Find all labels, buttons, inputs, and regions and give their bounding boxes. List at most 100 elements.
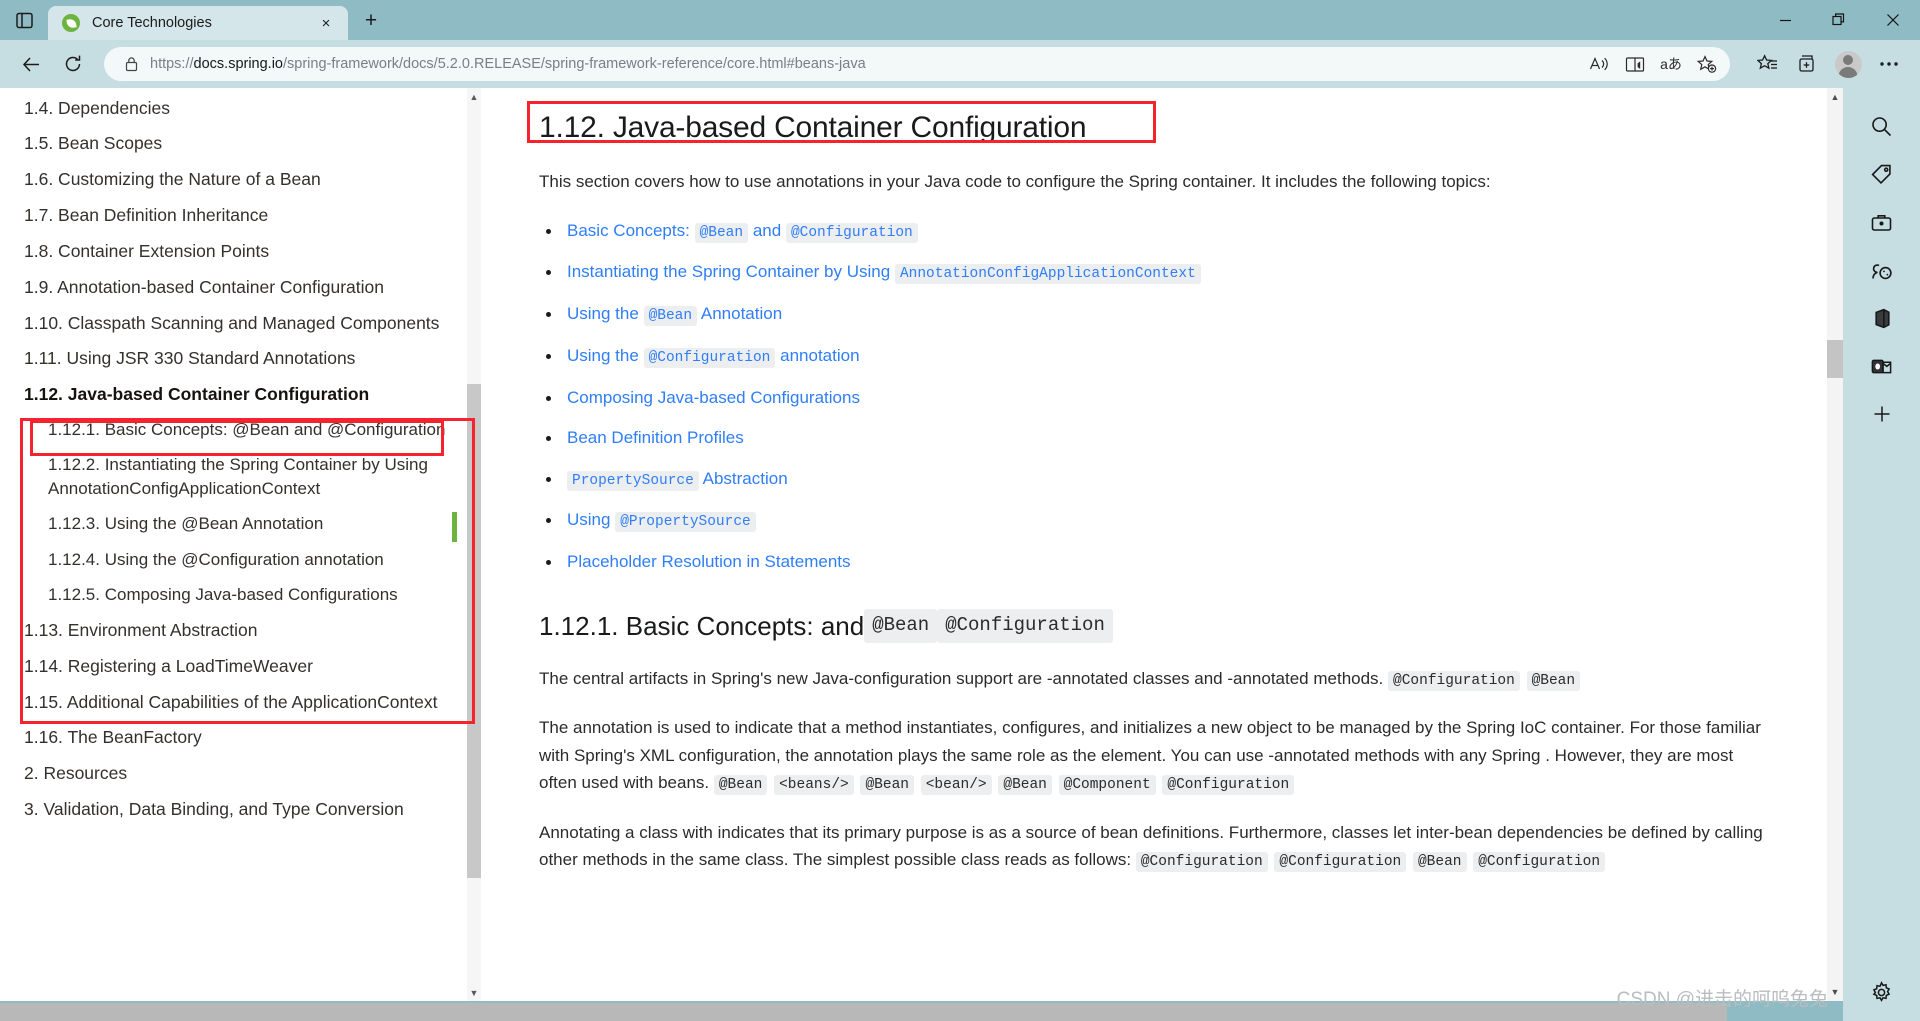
address-bar[interactable]: https://docs.spring.io/spring-framework/… bbox=[104, 47, 1730, 81]
toc-item[interactable]: 1.12.3. Using the @Bean Annotation bbox=[22, 507, 461, 542]
table-of-contents[interactable]: 1.4. Dependencies 1.5. Bean Scopes 1.6. Cu… bbox=[0, 88, 487, 1001]
toc-item[interactable]: 1.12.4. Using the @Configuration annotat… bbox=[22, 542, 461, 577]
shopping-tag-icon[interactable] bbox=[1860, 152, 1904, 196]
section-heading: 1.12.1. Basic Concepts: and @Bean @Confi… bbox=[539, 609, 1773, 644]
new-tab-button[interactable]: + bbox=[354, 4, 388, 38]
add-favorite-icon[interactable] bbox=[1690, 49, 1724, 79]
document-content: 1.12. Java-based Container Configuration… bbox=[487, 88, 1843, 1001]
back-icon[interactable] bbox=[12, 45, 50, 83]
toc-item[interactable]: 1.12. Java-based Container Configuration bbox=[22, 377, 461, 413]
add-sidebar-icon[interactable] bbox=[1860, 392, 1904, 436]
intro-paragraph: This section covers how to use annotatio… bbox=[539, 172, 1491, 191]
reload-icon[interactable] bbox=[54, 45, 92, 83]
topic-link[interactable]: Placeholder Resolution in Statements bbox=[539, 549, 1773, 575]
inline-code: @Bean bbox=[713, 775, 768, 796]
inline-code: @Bean bbox=[864, 609, 938, 643]
topic-link[interactable]: Composing Java-based Configurations bbox=[539, 385, 1773, 411]
link-text: Placeholder Resolution in Statements bbox=[567, 552, 851, 572]
topic-link[interactable]: PropertySource Abstraction bbox=[539, 466, 1773, 493]
omnibox-actions: aあ bbox=[1582, 49, 1724, 79]
link-text: Using bbox=[567, 510, 611, 530]
toc-item[interactable]: 1.6. Customizing the Nature of a Bean bbox=[22, 162, 461, 198]
content-scrollbar-thumb[interactable] bbox=[1827, 340, 1843, 378]
minimize-button[interactable] bbox=[1758, 0, 1812, 40]
tab-title: Core Technologies bbox=[92, 15, 212, 31]
topic-link[interactable]: Bean Definition Profiles bbox=[539, 425, 1773, 451]
search-icon[interactable] bbox=[1860, 104, 1904, 148]
toc-item[interactable]: 2. Resources bbox=[22, 756, 461, 792]
url-domain: docs.spring.io bbox=[193, 56, 283, 72]
content-scroll-down-icon[interactable]: ▼ bbox=[1827, 983, 1843, 1001]
toc-item[interactable]: 1.5. Bean Scopes bbox=[22, 126, 461, 162]
toc-item[interactable]: 1.12.5. Composing Java-based Configurati… bbox=[22, 577, 461, 612]
close-icon[interactable]: × bbox=[314, 11, 338, 35]
toc-scrollbar-thumb[interactable] bbox=[467, 384, 481, 878]
inline-code: <bean/> bbox=[920, 775, 992, 796]
link-text: Bean Definition Profiles bbox=[567, 428, 744, 448]
outlook-icon[interactable] bbox=[1860, 344, 1904, 388]
toc-item[interactable]: 1.4. Dependencies bbox=[22, 90, 461, 126]
link-text: Using the bbox=[567, 304, 639, 324]
more-options-icon[interactable] bbox=[1870, 46, 1908, 82]
toc-item[interactable]: 1.7. Bean Definition Inheritance bbox=[22, 198, 461, 234]
inline-code: @Configuration bbox=[1135, 852, 1268, 873]
window-controls bbox=[1758, 0, 1920, 40]
toc-item[interactable]: 1.8. Container Extension Points bbox=[22, 233, 461, 269]
inline-code: @Component bbox=[1058, 775, 1156, 796]
inline-code: @Configuration bbox=[643, 347, 776, 368]
title-bar: Core Technologies × + bbox=[0, 0, 1920, 40]
topic-link[interactable]: Using the @Bean Annotation bbox=[539, 301, 1773, 328]
content-scroll-up-icon[interactable]: ▲ bbox=[1827, 88, 1843, 106]
edge-sidebar bbox=[1843, 88, 1920, 1021]
topic-link[interactable]: Using the @Configuration annotation bbox=[539, 343, 1773, 370]
close-window-button[interactable] bbox=[1866, 0, 1920, 40]
toc-list: 1.4. Dependencies 1.5. Bean Scopes 1.6. Cu… bbox=[22, 88, 461, 827]
toc-item[interactable]: 1.13. Environment Abstraction bbox=[22, 612, 461, 648]
favorites-icon[interactable] bbox=[1748, 46, 1786, 82]
link-text: Abstraction bbox=[702, 468, 788, 488]
browser-tab[interactable]: Core Technologies × bbox=[48, 6, 348, 40]
immersive-reader-icon[interactable] bbox=[1618, 49, 1652, 79]
topic-link[interactable]: Using @PropertySource bbox=[539, 507, 1773, 534]
inline-code: @Configuration bbox=[1388, 670, 1520, 691]
inline-code: <beans/> bbox=[774, 775, 854, 796]
toc-item[interactable]: 1.12.1. Basic Concepts: @Bean and @Confi… bbox=[22, 413, 461, 448]
toc-item[interactable]: 1.11. Using JSR 330 Standard Annotations bbox=[22, 341, 461, 377]
content-scrollbar-track[interactable] bbox=[1827, 88, 1843, 1001]
read-aloud-icon[interactable] bbox=[1582, 49, 1616, 79]
inline-code: @PropertySource bbox=[615, 512, 756, 533]
restore-button[interactable] bbox=[1812, 0, 1866, 40]
inline-code-run: @Bean <beans/> @Bean <bean/> @Bean @Comp… bbox=[709, 773, 1296, 796]
tab-actions-icon[interactable] bbox=[0, 0, 48, 40]
toc-scroll-down-icon[interactable]: ▼ bbox=[467, 984, 481, 1001]
inline-code: @Bean bbox=[998, 775, 1052, 796]
inline-code: @Bean bbox=[1526, 670, 1581, 691]
toc-item[interactable]: 3. Validation, Data Binding, and Type Co… bbox=[22, 792, 461, 828]
toc-item[interactable]: 1.16. The BeanFactory bbox=[22, 720, 461, 756]
profile-button[interactable] bbox=[1828, 50, 1868, 78]
collections-icon[interactable] bbox=[1788, 46, 1826, 82]
toc-item[interactable]: 1.14. Registering a LoadTimeWeaver bbox=[22, 648, 461, 684]
topic-link[interactable]: Instantiating the Spring Container by Us… bbox=[539, 259, 1773, 286]
toc-item[interactable]: 1.10. Classpath Scanning and Managed Com… bbox=[22, 305, 461, 341]
games-icon[interactable] bbox=[1860, 248, 1904, 292]
topic-link[interactable]: Basic Concepts: @Bean and @Configuration bbox=[539, 218, 1773, 245]
inline-code: @Configuration bbox=[1274, 852, 1407, 873]
toc-item[interactable]: 1.9. Annotation-based Container Configur… bbox=[22, 269, 461, 305]
inline-code-run: @Configuration @Bean bbox=[1383, 669, 1582, 691]
topic-link-list: Basic Concepts: @Bean and @Configuration… bbox=[539, 218, 1773, 575]
inline-code: @Configuration bbox=[1473, 852, 1606, 873]
page-title: 1.12. Java-based Container Configuration bbox=[539, 111, 1087, 144]
link-text: Instantiating the Spring Container by Us… bbox=[567, 262, 891, 282]
inline-code-run: @Configuration @Configuration @Bean @Con… bbox=[1131, 850, 1607, 873]
tools-briefcase-icon[interactable] bbox=[1860, 200, 1904, 244]
settings-gear-icon[interactable] bbox=[1860, 977, 1904, 1021]
active-section-marker bbox=[452, 512, 457, 542]
link-text: Basic Concepts: bbox=[567, 220, 690, 240]
link-text: Using the bbox=[567, 345, 639, 365]
toc-scroll-up-icon[interactable]: ▲ bbox=[467, 88, 481, 105]
toc-item[interactable]: 1.12.2. Instantiating the Spring Contain… bbox=[22, 448, 461, 507]
office-icon[interactable] bbox=[1860, 296, 1904, 340]
translate-icon[interactable]: aあ bbox=[1654, 49, 1688, 79]
toc-item[interactable]: 1.15. Additional Capabilities of the App… bbox=[22, 684, 461, 720]
